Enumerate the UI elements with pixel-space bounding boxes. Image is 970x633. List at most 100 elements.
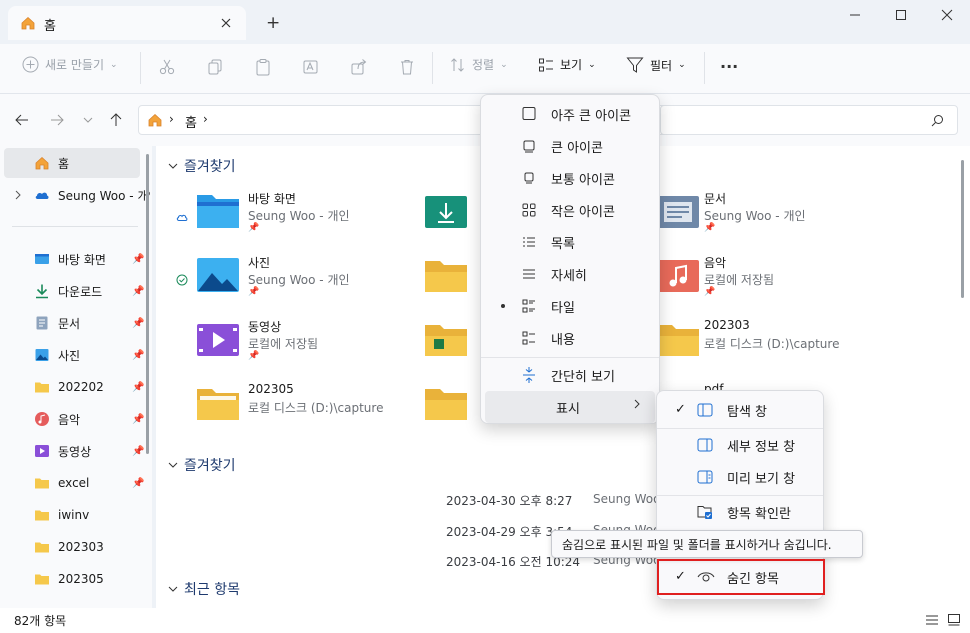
share-icon[interactable]: [350, 58, 368, 76]
content-scrollbar[interactable]: [961, 160, 964, 298]
desktop-folder-icon: [196, 192, 240, 230]
downloads-folder-icon[interactable]: [424, 194, 468, 230]
maximize-button[interactable]: [878, 4, 924, 26]
tiles-view-icon[interactable]: [947, 613, 961, 627]
section-header-favorites-files[interactable]: 즐겨찾기: [168, 455, 236, 475]
tile-pictures[interactable]: 사진 Seung Woo - 개인 📌: [176, 254, 396, 302]
sort-button[interactable]: 정렬 ⌄: [450, 56, 508, 73]
cloud-outline-icon: [176, 212, 188, 222]
forward-arrow-icon[interactable]: [49, 112, 65, 128]
minimize-button[interactable]: [832, 4, 878, 26]
folder-icon[interactable]: [424, 386, 468, 422]
menu-item-extra-large-icons[interactable]: 아주 큰 아이콘: [485, 98, 655, 130]
rename-icon[interactable]: [302, 58, 320, 76]
tile-folder-202303[interactable]: 202303 로컬 디스크 (D:)\capture: [656, 318, 896, 366]
sidebar-item-downloads[interactable]: 다운로드 📌: [0, 276, 150, 306]
home-icon: [34, 155, 50, 171]
sidebar-item-folder[interactable]: 202303: [0, 532, 150, 562]
pin-icon[interactable]: 📌: [132, 478, 144, 489]
tile-folder-202305[interactable]: 202305 로컬 디스크 (D:)\capture: [176, 382, 416, 430]
toolbar-divider: [704, 52, 705, 84]
menu-item-preview-pane[interactable]: 미리 보기 창: [661, 461, 819, 493]
paste-icon[interactable]: [254, 58, 272, 76]
menu-item-item-checkboxes[interactable]: 항목 확인란: [661, 496, 819, 528]
tile-documents[interactable]: 문서 Seung Woo - 개인 📌: [656, 190, 876, 238]
pictures-folder-icon: [196, 256, 240, 294]
tooltip: 숨김으로 표시된 파일 및 폴더를 표시하거나 숨깁니다.: [551, 530, 863, 558]
delete-icon[interactable]: [398, 58, 416, 76]
menu-item-navigation-pane[interactable]: ✓ 탐색 창: [661, 394, 819, 426]
menu-item-compact-view[interactable]: 간단히 보기: [485, 359, 655, 391]
tab-home[interactable]: 홈: [8, 6, 246, 40]
menu-item-content[interactable]: 내용: [485, 322, 655, 354]
section-header-favorites[interactable]: 즐겨찾기: [168, 156, 236, 176]
recent-chevron-icon[interactable]: [82, 114, 94, 126]
menu-item-list[interactable]: 목록: [485, 226, 655, 258]
folder-icon[interactable]: [424, 258, 468, 294]
sidebar-item-folder[interactable]: 202305: [0, 564, 150, 594]
toolbar-divider: [140, 52, 141, 84]
pin-icon[interactable]: 📌: [132, 382, 144, 393]
pin-icon[interactable]: 📌: [132, 350, 144, 361]
sidebar-item-music[interactable]: 음악 📌: [0, 404, 150, 434]
plus-circle-icon: [22, 56, 39, 73]
details-view-icon[interactable]: [925, 613, 939, 627]
view-button[interactable]: 보기 ⌄: [538, 56, 596, 73]
search-input[interactable]: [660, 105, 958, 135]
new-button[interactable]: 새로 만들기 ⌄: [22, 56, 118, 73]
sidebar-item-videos[interactable]: 동영상 📌: [0, 436, 150, 466]
search-icon: [931, 114, 944, 127]
pin-icon[interactable]: 📌: [132, 318, 144, 329]
pin-icon: 📌: [704, 223, 716, 233]
sidebar-item-label: 202305: [58, 572, 104, 586]
chevron-right-icon[interactable]: [14, 190, 22, 200]
menu-item-label: 큰 아이콘: [551, 140, 603, 156]
menu-item-show[interactable]: 표시: [485, 391, 655, 423]
desktop-icon: [34, 251, 50, 267]
new-tab-button[interactable]: +: [266, 13, 280, 33]
list-item[interactable]: 2023-04-30 오후 8:27 Seung Woo: [446, 492, 666, 512]
pin-icon[interactable]: 📌: [132, 254, 144, 265]
pin-icon[interactable]: 📌: [132, 446, 144, 457]
sidebar-scrollbar[interactable]: [146, 154, 149, 454]
documents-folder-icon: [656, 194, 700, 230]
excel-folder-icon[interactable]: [424, 322, 468, 358]
pin-icon[interactable]: 📌: [132, 414, 144, 425]
menu-item-medium-icons[interactable]: 보통 아이콘: [485, 162, 655, 194]
menu-item-small-icons[interactable]: 작은 아이콘: [485, 194, 655, 226]
sidebar-item-desktop[interactable]: 바탕 화면 📌: [0, 244, 150, 274]
copy-icon[interactable]: [206, 58, 224, 76]
close-window-button[interactable]: [924, 4, 970, 26]
sidebar-item-folder[interactable]: iwinv: [0, 500, 150, 530]
sidebar-item-documents[interactable]: 문서 📌: [0, 308, 150, 338]
sidebar-item-label: 동영상: [58, 444, 92, 459]
sidebar-item-folder[interactable]: excel 📌: [0, 468, 150, 498]
menu-item-large-icons[interactable]: 큰 아이콘: [485, 130, 655, 162]
filter-button[interactable]: 필터 ⌄: [626, 56, 686, 74]
tile-music[interactable]: 음악 로컬에 저장됨 📌: [656, 254, 876, 302]
menu-item-tiles[interactable]: 타일: [485, 290, 655, 322]
tile-subtitle: 로컬 디스크 (D:)\capture: [704, 337, 840, 351]
tab-close-icon[interactable]: [220, 17, 232, 29]
pin-icon[interactable]: 📌: [132, 286, 144, 297]
menu-item-label: 작은 아이콘: [551, 204, 615, 220]
section-header-recent[interactable]: 최근 항목: [168, 579, 240, 599]
sidebar-item-home[interactable]: 홈: [4, 148, 140, 178]
selected-bullet-icon: [501, 304, 505, 308]
tile-videos[interactable]: 동영상 로컬에 저장됨 📌: [176, 318, 396, 366]
video-folder-icon: [196, 322, 240, 358]
menu-item-details-pane[interactable]: 세부 정보 창: [661, 429, 819, 461]
sidebar-item-onedrive[interactable]: Seung Woo - 개인: [0, 180, 150, 210]
tile-desktop[interactable]: 바탕 화면 Seung Woo - 개인 📌: [176, 190, 396, 238]
tab-title: 홈: [44, 19, 56, 34]
up-arrow-icon[interactable]: [108, 112, 124, 128]
sidebar-item-pictures[interactable]: 사진 📌: [0, 340, 150, 370]
sidebar-item-label: 바탕 화면: [58, 252, 106, 267]
breadcrumb-home[interactable]: 홈: [185, 112, 197, 131]
more-options-button[interactable]: ···: [720, 57, 738, 76]
section-title: 최근 항목: [184, 582, 240, 598]
back-arrow-icon[interactable]: [14, 112, 30, 128]
cut-icon[interactable]: [158, 58, 176, 76]
sidebar-item-folder[interactable]: 202202 📌: [0, 372, 150, 402]
menu-item-details[interactable]: 자세히: [485, 258, 655, 290]
